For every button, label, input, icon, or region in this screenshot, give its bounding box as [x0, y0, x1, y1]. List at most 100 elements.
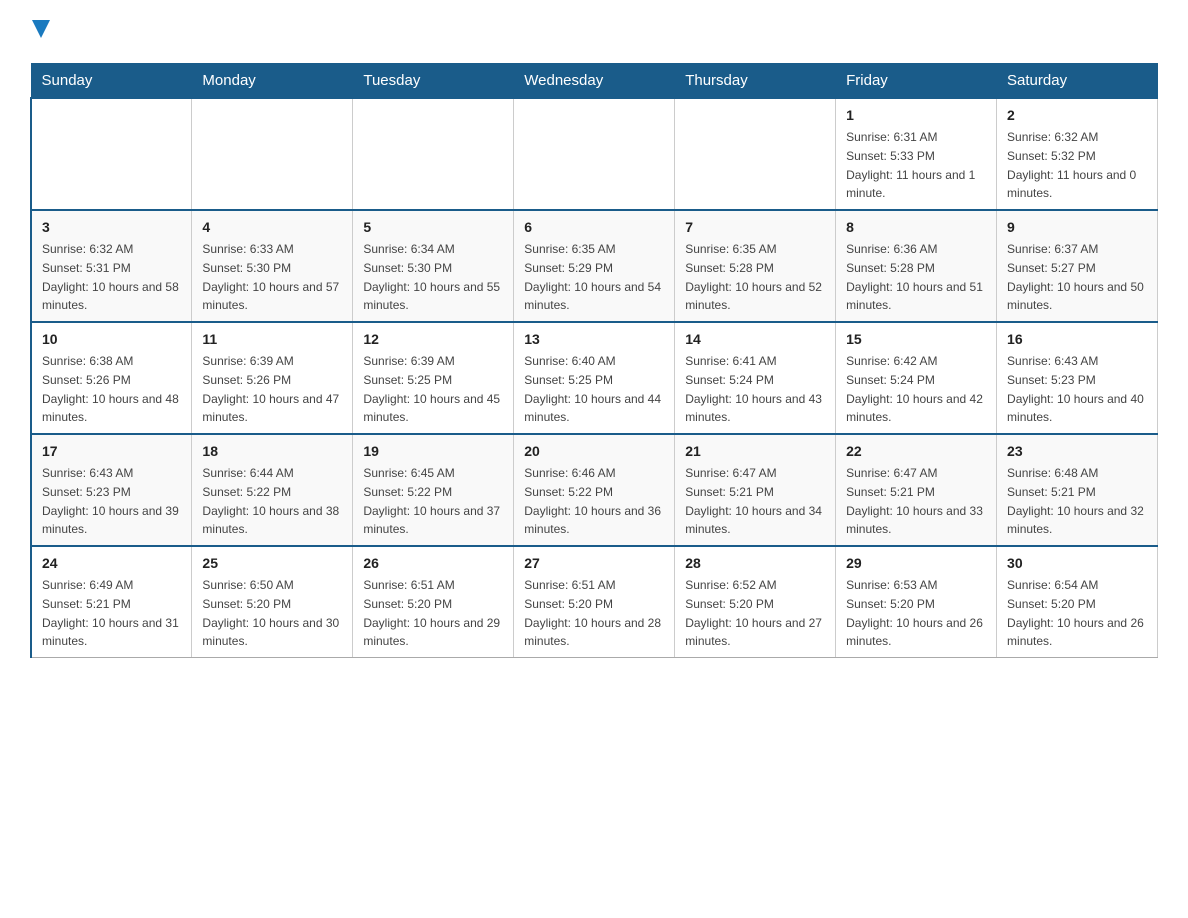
calendar-cell: 5Sunrise: 6:34 AM Sunset: 5:30 PM Daylig… [353, 210, 514, 322]
day-number: 24 [42, 553, 181, 574]
calendar-cell: 8 Sunrise: 6:36 AM Sunset: 5:28 PM Daylig… [836, 210, 997, 322]
day-number: 14 [685, 329, 825, 350]
calendar-table: SundayMondayTuesdayWednesdayThursdayFrid… [30, 63, 1158, 658]
calendar-cell: 26 Sunrise: 6:51 AM Sunset: 5:20 PM Dayli… [353, 546, 514, 658]
day-info: Sunrise: 6:50 AM Sunset: 5:20 PM Dayligh… [202, 578, 339, 648]
column-header-thursday: Thursday [675, 64, 836, 99]
calendar-cell: 21 Sunrise: 6:47 AM Sunset: 5:21 PM Dayli… [675, 434, 836, 546]
calendar-cell: 15 Sunrise: 6:42 AM Sunset: 5:24 PM Dayli… [836, 322, 997, 434]
day-number: 8 [846, 217, 986, 238]
logo [30, 20, 50, 43]
day-info: Sunrise: 6:40 AM Sunset: 5:25 PM Dayligh… [524, 354, 661, 424]
day-info: Sunrise: 6:31 AM Sunset: 5:33 PM Dayligh… [846, 130, 975, 200]
day-info: Sunrise: 6:39 AM Sunset: 5:25 PM Dayligh… [363, 354, 500, 424]
day-number: 6 [524, 217, 664, 238]
day-info: Sunrise: 6:41 AM Sunset: 5:24 PM Dayligh… [685, 354, 822, 424]
day-info: Sunrise: 6:39 AM Sunset: 5:26 PM Dayligh… [202, 354, 339, 424]
logo-triangle-icon [32, 20, 50, 38]
calendar-cell: 23 Sunrise: 6:48 AM Sunset: 5:21 PM Dayli… [997, 434, 1158, 546]
day-info: Sunrise: 6:44 AM Sunset: 5:22 PM Dayligh… [202, 466, 339, 536]
calendar-cell [514, 98, 675, 210]
day-number: 2 [1007, 105, 1147, 126]
day-info: Sunrise: 6:33 AM Sunset: 5:30 PM Dayligh… [202, 242, 339, 312]
calendar-cell [675, 98, 836, 210]
calendar-week-row: 1 Sunrise: 6:31 AM Sunset: 5:33 PM Daylig… [31, 98, 1158, 210]
calendar-week-row: 24 Sunrise: 6:49 AM Sunset: 5:21 PM Dayli… [31, 546, 1158, 658]
calendar-cell: 28 Sunrise: 6:52 AM Sunset: 5:20 PM Dayli… [675, 546, 836, 658]
day-info: Sunrise: 6:52 AM Sunset: 5:20 PM Dayligh… [685, 578, 822, 648]
day-number: 15 [846, 329, 986, 350]
column-header-saturday: Saturday [997, 64, 1158, 99]
day-info: Sunrise: 6:38 AM Sunset: 5:26 PM Dayligh… [42, 354, 179, 424]
calendar-cell: 16 Sunrise: 6:43 AM Sunset: 5:23 PM Dayli… [997, 322, 1158, 434]
calendar-header-row: SundayMondayTuesdayWednesdayThursdayFrid… [31, 64, 1158, 99]
day-number: 25 [202, 553, 342, 574]
day-number: 11 [202, 329, 342, 350]
calendar-week-row: 17Sunrise: 6:43 AM Sunset: 5:23 PM Dayli… [31, 434, 1158, 546]
day-info: Sunrise: 6:51 AM Sunset: 5:20 PM Dayligh… [363, 578, 500, 648]
day-number: 29 [846, 553, 986, 574]
day-number: 1 [846, 105, 986, 126]
calendar-cell: 22Sunrise: 6:47 AM Sunset: 5:21 PM Dayli… [836, 434, 997, 546]
calendar-week-row: 10 Sunrise: 6:38 AM Sunset: 5:26 PM Dayli… [31, 322, 1158, 434]
calendar-cell: 30 Sunrise: 6:54 AM Sunset: 5:20 PM Dayli… [997, 546, 1158, 658]
calendar-cell: 24 Sunrise: 6:49 AM Sunset: 5:21 PM Dayli… [31, 546, 192, 658]
column-header-sunday: Sunday [31, 64, 192, 99]
day-info: Sunrise: 6:35 AM Sunset: 5:28 PM Dayligh… [685, 242, 822, 312]
day-info: Sunrise: 6:45 AM Sunset: 5:22 PM Dayligh… [363, 466, 500, 536]
column-header-wednesday: Wednesday [514, 64, 675, 99]
day-info: Sunrise: 6:46 AM Sunset: 5:22 PM Dayligh… [524, 466, 661, 536]
calendar-cell: 3Sunrise: 6:32 AM Sunset: 5:31 PM Daylig… [31, 210, 192, 322]
calendar-cell: 11 Sunrise: 6:39 AM Sunset: 5:26 PM Dayli… [192, 322, 353, 434]
day-info: Sunrise: 6:48 AM Sunset: 5:21 PM Dayligh… [1007, 466, 1144, 536]
day-number: 23 [1007, 441, 1147, 462]
calendar-cell: 1 Sunrise: 6:31 AM Sunset: 5:33 PM Daylig… [836, 98, 997, 210]
day-number: 9 [1007, 217, 1147, 238]
calendar-cell: 7 Sunrise: 6:35 AM Sunset: 5:28 PM Daylig… [675, 210, 836, 322]
day-number: 20 [524, 441, 664, 462]
day-number: 7 [685, 217, 825, 238]
calendar-week-row: 3Sunrise: 6:32 AM Sunset: 5:31 PM Daylig… [31, 210, 1158, 322]
day-number: 4 [202, 217, 342, 238]
day-number: 28 [685, 553, 825, 574]
day-info: Sunrise: 6:51 AM Sunset: 5:20 PM Dayligh… [524, 578, 661, 648]
day-number: 21 [685, 441, 825, 462]
day-info: Sunrise: 6:34 AM Sunset: 5:30 PM Dayligh… [363, 242, 500, 312]
calendar-cell: 6Sunrise: 6:35 AM Sunset: 5:29 PM Daylig… [514, 210, 675, 322]
calendar-cell: 10 Sunrise: 6:38 AM Sunset: 5:26 PM Dayli… [31, 322, 192, 434]
calendar-cell: 19Sunrise: 6:45 AM Sunset: 5:22 PM Dayli… [353, 434, 514, 546]
day-info: Sunrise: 6:54 AM Sunset: 5:20 PM Dayligh… [1007, 578, 1144, 648]
day-number: 16 [1007, 329, 1147, 350]
calendar-cell: 18Sunrise: 6:44 AM Sunset: 5:22 PM Dayli… [192, 434, 353, 546]
day-number: 17 [42, 441, 181, 462]
day-info: Sunrise: 6:42 AM Sunset: 5:24 PM Dayligh… [846, 354, 983, 424]
column-header-monday: Monday [192, 64, 353, 99]
calendar-cell: 27 Sunrise: 6:51 AM Sunset: 5:20 PM Dayli… [514, 546, 675, 658]
day-number: 26 [363, 553, 503, 574]
calendar-cell: 29Sunrise: 6:53 AM Sunset: 5:20 PM Dayli… [836, 546, 997, 658]
page-header [30, 20, 1158, 43]
calendar-cell [192, 98, 353, 210]
day-info: Sunrise: 6:37 AM Sunset: 5:27 PM Dayligh… [1007, 242, 1144, 312]
day-info: Sunrise: 6:47 AM Sunset: 5:21 PM Dayligh… [685, 466, 822, 536]
column-header-tuesday: Tuesday [353, 64, 514, 99]
day-info: Sunrise: 6:36 AM Sunset: 5:28 PM Dayligh… [846, 242, 983, 312]
calendar-cell: 2Sunrise: 6:32 AM Sunset: 5:32 PM Daylig… [997, 98, 1158, 210]
day-number: 22 [846, 441, 986, 462]
calendar-cell: 13 Sunrise: 6:40 AM Sunset: 5:25 PM Dayli… [514, 322, 675, 434]
calendar-cell [353, 98, 514, 210]
day-number: 3 [42, 217, 181, 238]
day-number: 30 [1007, 553, 1147, 574]
day-info: Sunrise: 6:49 AM Sunset: 5:21 PM Dayligh… [42, 578, 179, 648]
calendar-cell: 14 Sunrise: 6:41 AM Sunset: 5:24 PM Dayli… [675, 322, 836, 434]
calendar-cell: 20 Sunrise: 6:46 AM Sunset: 5:22 PM Dayli… [514, 434, 675, 546]
day-number: 12 [363, 329, 503, 350]
column-header-friday: Friday [836, 64, 997, 99]
calendar-cell: 9 Sunrise: 6:37 AM Sunset: 5:27 PM Daylig… [997, 210, 1158, 322]
day-number: 27 [524, 553, 664, 574]
day-info: Sunrise: 6:43 AM Sunset: 5:23 PM Dayligh… [1007, 354, 1144, 424]
day-number: 13 [524, 329, 664, 350]
day-number: 10 [42, 329, 181, 350]
calendar-cell: 17Sunrise: 6:43 AM Sunset: 5:23 PM Dayli… [31, 434, 192, 546]
calendar-cell [31, 98, 192, 210]
